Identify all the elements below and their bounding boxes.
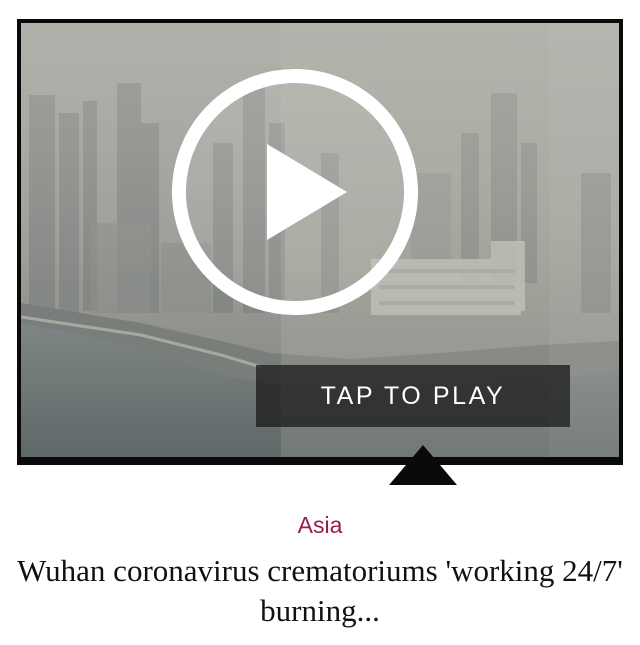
tap-to-play-button[interactable]: TAP TO PLAY — [256, 365, 570, 427]
category-label[interactable]: Asia — [0, 511, 640, 539]
play-icon — [172, 69, 418, 315]
tap-to-play-label: TAP TO PLAY — [320, 382, 506, 410]
play-button[interactable] — [171, 68, 419, 316]
video-thumbnail[interactable]: TAP TO PLAY — [21, 23, 619, 457]
caption-pointer — [389, 445, 457, 485]
video-player[interactable]: TAP TO PLAY — [17, 19, 623, 485]
article-card[interactable]: TAP TO PLAY Asia Wuhan coronavirus crema… — [0, 0, 640, 645]
headline[interactable]: Wuhan coronavirus crematoriums 'working … — [10, 551, 630, 631]
